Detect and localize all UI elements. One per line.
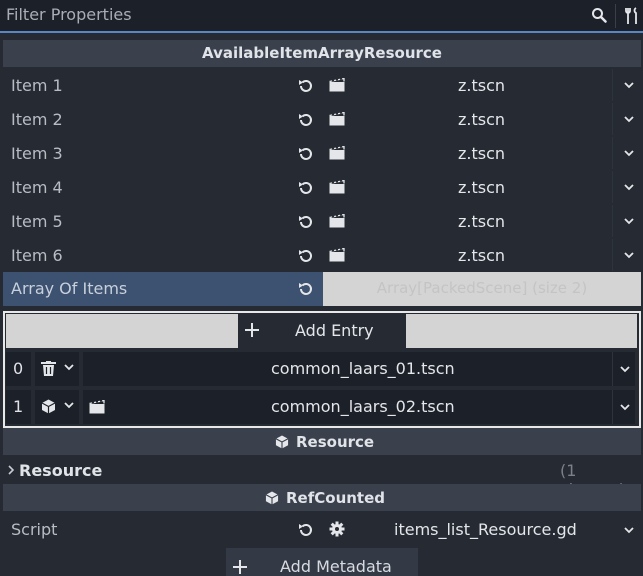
chevron-down-icon[interactable]	[620, 404, 630, 411]
revert-icon[interactable]	[298, 214, 314, 230]
item-row: Item 1 z.tscn	[0, 68, 643, 102]
field-separator	[612, 390, 613, 424]
filter-input[interactable]: Filter Properties	[6, 5, 132, 24]
revert-icon[interactable]	[298, 180, 314, 196]
item-label: Item 6	[11, 246, 63, 265]
script-label: Script	[11, 520, 58, 539]
add-entry-label: Add Entry	[295, 321, 374, 340]
field-separator	[612, 239, 613, 271]
array-label: Array Of Items	[11, 279, 128, 298]
chevron-down-icon[interactable]	[624, 150, 634, 157]
revert-icon[interactable]	[298, 522, 314, 538]
item-file-value: z.tscn	[458, 212, 506, 231]
add-metadata-label: Add Metadata	[280, 557, 392, 576]
section-header-main: AvailableItemArrayResource	[3, 40, 641, 67]
item-row: Item 2 z.tscn	[0, 102, 643, 136]
field-separator	[612, 352, 613, 386]
item-label: Item 1	[11, 76, 63, 95]
chevron-down-icon[interactable]	[624, 252, 634, 259]
chevron-down-icon[interactable]	[624, 527, 634, 534]
resource-group-label: Resource	[19, 461, 103, 480]
chevron-down-icon[interactable]	[624, 184, 634, 191]
chevron-down-icon[interactable]	[624, 116, 634, 123]
revert-icon[interactable]	[298, 281, 314, 297]
item-file-value: z.tscn	[458, 178, 506, 197]
plus-icon	[245, 323, 259, 337]
cube-icon	[275, 435, 289, 449]
cube-icon	[265, 491, 279, 505]
revert-icon[interactable]	[298, 78, 314, 94]
entry-index: 0	[13, 359, 24, 378]
chevron-down-icon	[64, 402, 74, 409]
revert-icon[interactable]	[298, 146, 314, 162]
revert-icon[interactable]	[298, 112, 314, 128]
field-separator	[612, 171, 613, 203]
chevron-right-icon[interactable]	[8, 465, 14, 475]
gear-icon	[329, 521, 345, 537]
chevron-down-icon[interactable]	[624, 218, 634, 225]
item-row: Item 4 z.tscn	[0, 170, 643, 204]
item-file-value: z.tscn	[458, 76, 506, 95]
scene-icon	[329, 112, 345, 126]
item-label: Item 4	[11, 178, 63, 197]
field-separator	[612, 69, 613, 101]
section-title-refcounted: RefCounted	[286, 489, 386, 507]
entry-index: 1	[13, 397, 24, 416]
item-row: Item 3 z.tscn	[0, 136, 643, 170]
chevron-down-icon[interactable]	[620, 366, 630, 373]
cube-icon	[41, 399, 56, 414]
section-title-resource: Resource	[296, 433, 375, 451]
item-file-value: z.tscn	[458, 110, 506, 129]
item-file-value: z.tscn	[458, 246, 506, 265]
scene-icon	[89, 400, 105, 414]
scene-icon	[329, 248, 345, 262]
chevron-down-icon	[64, 364, 74, 371]
array-value-text: Array[PackedScene] (size 2)	[376, 279, 588, 297]
field-separator	[612, 103, 613, 135]
item-label: Item 2	[11, 110, 63, 129]
tools-icon[interactable]	[624, 7, 640, 25]
entry-file-value: common_laars_01.tscn	[271, 359, 455, 378]
item-label: Item 5	[11, 212, 63, 231]
trash-icon	[41, 361, 56, 376]
filter-separator	[615, 4, 616, 28]
scene-icon	[329, 146, 345, 160]
plus-icon	[233, 560, 247, 574]
item-label: Item 3	[11, 144, 63, 163]
field-separator	[612, 137, 613, 169]
item-row: Item 6 z.tscn	[0, 238, 643, 272]
chevron-down-icon[interactable]	[624, 82, 634, 89]
scene-icon	[329, 180, 345, 194]
script-value: items_list_Resource.gd	[394, 520, 577, 539]
item-file-value: z.tscn	[458, 144, 506, 163]
item-row: Item 5 z.tscn	[0, 204, 643, 238]
entry-file-value: common_laars_02.tscn	[271, 397, 455, 416]
field-separator	[612, 205, 613, 237]
scene-icon	[329, 214, 345, 228]
revert-icon[interactable]	[298, 248, 314, 264]
scene-icon	[329, 78, 345, 92]
search-icon	[591, 7, 607, 23]
